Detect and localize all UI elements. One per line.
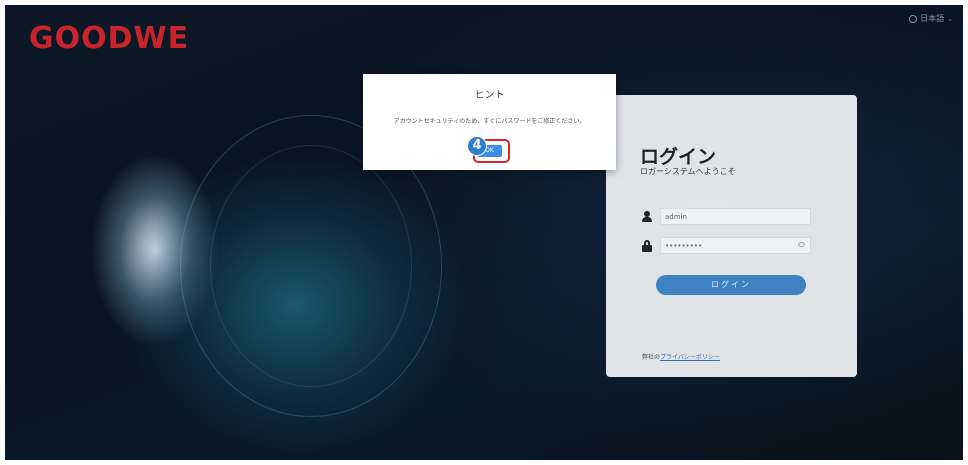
password-row — [641, 237, 811, 254]
dialog-message: アカウントセキュリティのため、すぐにパスワードをご修正ください。 — [393, 118, 586, 125]
language-label: 日本語 — [920, 14, 945, 23]
user-icon — [641, 210, 653, 223]
globe-inner-decoration — [210, 145, 412, 387]
goodwe-logo: GOODWE — [29, 21, 190, 56]
login-panel: ログイン ロガーシステムへようこそ ログイン 弊社のプライバシーポリシー — [606, 95, 857, 377]
eye-icon[interactable] — [798, 242, 805, 247]
login-title: ログイン — [640, 146, 717, 168]
privacy-policy-link[interactable]: プライバシーポリシー — [660, 354, 720, 361]
password-field[interactable] — [660, 237, 811, 254]
privacy-notice: 弊社のプライバシーポリシー — [642, 352, 720, 361]
lock-icon — [641, 239, 653, 252]
step-number-badge: 4 — [467, 136, 487, 156]
privacy-prefix: 弊社の — [642, 354, 661, 361]
dialog-title: ヒント — [474, 90, 505, 101]
globe-icon — [909, 14, 918, 23]
hint-dialog: ヒント アカウントセキュリティのため、すぐにパスワードをご修正ください。 OK … — [363, 74, 616, 170]
username-row — [641, 208, 811, 225]
login-page-background: GOODWE 日本語 ⌄ ログイン ロガーシステムへようこそ ログイン 弊社のプ… — [5, 5, 963, 460]
username-field[interactable] — [660, 208, 811, 225]
login-button[interactable]: ログイン — [656, 275, 806, 295]
login-subtitle: ロガーシステムへようこそ — [640, 167, 736, 176]
language-selector[interactable]: 日本語 ⌄ — [909, 13, 953, 24]
chevron-down-icon: ⌄ — [947, 14, 953, 23]
